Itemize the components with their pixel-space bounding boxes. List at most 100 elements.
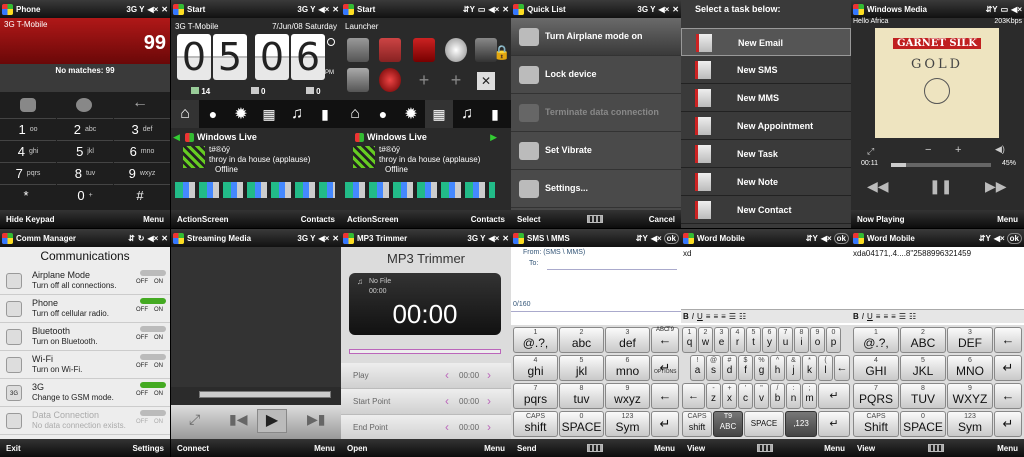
qwerty-key[interactable]: 0p [826, 327, 841, 353]
trim-row[interactable]: End Point ‹ 00:00 › [341, 415, 511, 441]
lock-icon[interactable]: 🔒 [493, 44, 510, 61]
right-soft-key[interactable]: Cancel [649, 215, 675, 224]
enter-key[interactable]: ↵ [651, 411, 679, 437]
keyboard-icon[interactable] [756, 444, 773, 452]
left-soft-key[interactable]: Hide Keypad [6, 215, 54, 224]
task-item[interactable]: New Appointment [681, 112, 851, 140]
qwerty-key[interactable]: :n [786, 383, 801, 409]
speaker-icon[interactable]: ◀) [995, 144, 1005, 155]
dial-key[interactable]: 4 ghi [0, 140, 56, 161]
document-text[interactable]: xd [683, 249, 691, 258]
speaker-icon[interactable]: ◀× [488, 5, 499, 14]
caps-shift-key[interactable]: CAPS shift [682, 411, 712, 437]
options-label[interactable]: OPTIONS [654, 369, 677, 375]
quick-list-item[interactable]: Lock device [511, 56, 681, 94]
qwerty-key[interactable]: -z [706, 383, 721, 409]
tab-phone[interactable]: ▮ [311, 100, 339, 128]
task-item[interactable]: New Email [681, 28, 851, 56]
speaker-icon[interactable]: ◀× [147, 234, 158, 243]
qwerty-key[interactable]: " v [754, 383, 769, 409]
missed-calls[interactable]: 14 [191, 86, 210, 96]
keyboard-icon[interactable] [587, 444, 604, 452]
t9-key[interactable]: 0 SPACE [900, 411, 946, 437]
windows-start-icon[interactable] [343, 232, 354, 244]
windows-start-icon[interactable] [343, 3, 354, 15]
app-icon-media[interactable] [413, 38, 435, 62]
t9-key[interactable]: 5 JKL [900, 355, 946, 381]
windows-start-icon[interactable] [173, 3, 184, 15]
qwerty-key[interactable]: 1q [682, 327, 697, 353]
chevron-right-icon[interactable]: › [487, 394, 491, 408]
back-key[interactable]: ← [994, 383, 1022, 409]
tab-settings[interactable]: ✹ [227, 100, 255, 128]
task-item[interactable]: New SMS [681, 56, 851, 84]
qwerty-key[interactable]: # d [722, 355, 737, 381]
bold-button[interactable]: B [683, 312, 689, 321]
arrow-right-icon[interactable]: ▶ [490, 132, 497, 143]
speaker-icon[interactable]: ◀× [1011, 5, 1022, 14]
keyboard-icon[interactable] [586, 215, 603, 223]
t9-key[interactable]: 4 ghi [513, 355, 558, 381]
play-button[interactable]: ▶ [257, 409, 287, 433]
windows-start-icon[interactable] [2, 3, 13, 15]
chevron-right-icon[interactable]: › [487, 420, 491, 434]
qwerty-key[interactable]: 2w [698, 327, 713, 353]
enter-key[interactable]: ↵ [994, 355, 1022, 381]
quick-list-item[interactable]: Terminate data connection [511, 94, 681, 132]
speaker-icon[interactable]: ◀× [488, 234, 499, 243]
speaker-icon[interactable]: ◀× [147, 5, 158, 14]
right-soft-key[interactable]: Menu [143, 215, 164, 224]
enter-key[interactable]: ↵ [994, 411, 1022, 437]
t9-abc-key[interactable]: T9 ABC [713, 411, 743, 437]
qwerty-key[interactable]: 9o [810, 327, 825, 353]
task-item[interactable]: New Contact [681, 196, 851, 224]
backspace-icon[interactable]: ← [132, 94, 148, 112]
next-button[interactable]: ▶▮ [307, 411, 325, 428]
right-soft-key[interactable]: Menu [484, 444, 505, 453]
dial-key[interactable]: 8 tuv [57, 162, 113, 183]
close-icon[interactable]: ✕ [672, 5, 679, 14]
tab-contacts[interactable]: ● [199, 100, 227, 128]
t9-key[interactable]: 2 abc [559, 327, 604, 353]
tab-apps[interactable]: ▦ [425, 100, 453, 128]
t9-key[interactable]: CAPS shift [513, 411, 558, 437]
tab-settings[interactable]: ✹ [397, 100, 425, 128]
comm-item[interactable]: Wi-Fi Turn on Wi-Fi. OFF ON [0, 351, 170, 379]
dial-key[interactable]: 3 def [114, 118, 170, 139]
flip-clock[interactable]: 0 5 0 6 PM [177, 34, 335, 82]
numbered-list-icon[interactable]: ☷ [739, 312, 746, 321]
previous-button[interactable]: ◀◀ [867, 178, 889, 195]
backspace-key[interactable]: ← [834, 355, 850, 381]
keyboard-icon[interactable] [928, 444, 945, 452]
left-soft-key[interactable]: ActionScreen [347, 215, 399, 224]
left-soft-key[interactable]: View [857, 444, 875, 453]
qwerty-key[interactable]: 8i [794, 327, 809, 353]
app-icon-pictures[interactable] [347, 68, 369, 92]
windows-live-widget[interactable]: Windows Live ▶ t#®ōÿ throy in da house (… [341, 130, 511, 180]
qwerty-key[interactable]: ; m [802, 383, 817, 409]
app-icon-contacts[interactable] [347, 38, 369, 62]
document-text[interactable]: xda04171,.4....8"2588996321459 [853, 249, 971, 258]
volume-up-icon[interactable]: + [955, 144, 961, 156]
progress-bar[interactable] [349, 349, 501, 354]
right-soft-key[interactable]: Menu [997, 215, 1018, 224]
qwerty-key[interactable]: 3e [714, 327, 729, 353]
right-soft-key[interactable]: Contacts [471, 215, 505, 224]
qwerty-key[interactable]: ! a [690, 355, 705, 381]
t9-key[interactable]: 9 wxyz [605, 383, 650, 409]
toggle-switch[interactable] [140, 298, 166, 304]
t9-key[interactable]: 8 tuv [559, 383, 604, 409]
enter-key[interactable]: ↵ [651, 355, 679, 381]
left-soft-key[interactable]: View [687, 444, 705, 453]
t9-key[interactable]: 0 SPACE [559, 411, 604, 437]
dial-key[interactable]: 0 + [57, 184, 113, 205]
windows-start-icon[interactable] [853, 3, 864, 15]
speaker-icon[interactable]: ◀× [318, 234, 329, 243]
qwerty-key[interactable]: / b [770, 383, 785, 409]
dial-key[interactable]: 9 wxyz [114, 162, 170, 183]
bullet-list-icon[interactable]: ☰ [729, 312, 736, 321]
italic-button[interactable]: I [692, 312, 694, 321]
qwerty-key[interactable]: ^ h [770, 355, 785, 381]
comm-item[interactable]: Phone Turn off cellular radio. OFF ON [0, 295, 170, 323]
align-left-icon[interactable]: ≡ [706, 312, 711, 321]
